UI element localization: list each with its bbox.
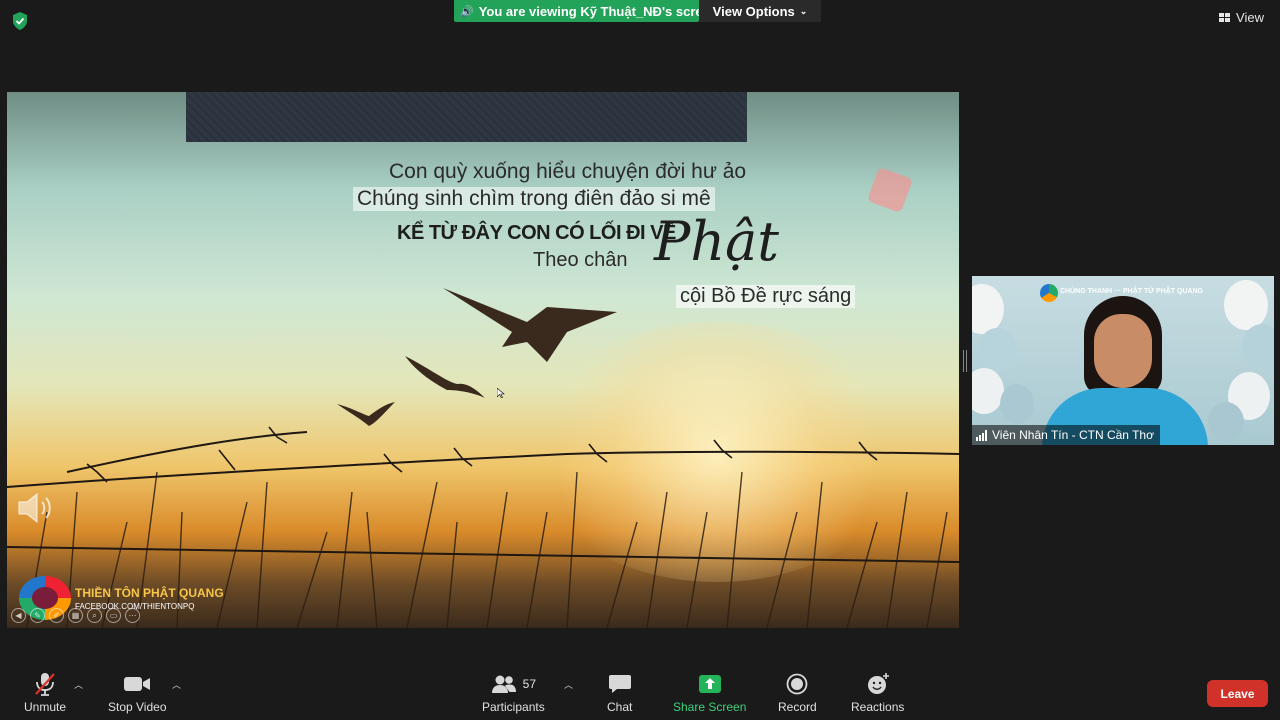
poem-line-5: cội Bồ Đề rực sáng [676, 285, 856, 308]
poem-line-3: KỂ TỪ ĐÂY CON CÓ LỐI ĐI VỀ [397, 222, 676, 244]
pen-tool-icon[interactable]: ✎ [30, 608, 45, 623]
view-options-button[interactable]: View Options ⌄ [699, 0, 821, 22]
reactions-smiley-icon [867, 673, 889, 694]
microphone-muted-icon [35, 673, 55, 696]
grid-view-icon [1219, 13, 1231, 22]
audio-speaker-icon[interactable] [15, 490, 55, 526]
audio-options-caret[interactable]: ︿ [74, 678, 83, 691]
slides-icon[interactable]: ▦ [68, 608, 83, 623]
view-options-label: View Options [712, 3, 795, 19]
participants-icon [491, 675, 516, 693]
video-camera-icon [124, 677, 151, 691]
view-label: View [1236, 10, 1264, 25]
participants-label: Participants [482, 700, 545, 714]
slideshow-controls: ◀ ✎ ✐ ▦ ⌕ ▭ ⋯ [11, 608, 140, 623]
video-banner-text: CHÙNG THANH ··· PHẬT TỬ PHẬT QUANG [1060, 288, 1204, 295]
unmute-label: Unmute [24, 700, 67, 714]
participants-button[interactable]: 57 Participants [482, 670, 545, 714]
stop-video-label: Stop Video [108, 700, 167, 714]
balloon-shape [1224, 280, 1268, 330]
unmute-button[interactable]: Unmute [24, 670, 66, 714]
poem-line-1: Con quỳ xuống hiểu chuyện đời hư ảo [389, 160, 747, 183]
pen-icon[interactable]: ✐ [49, 608, 64, 623]
balloon-shape [1000, 384, 1034, 424]
participants-count: 57 [522, 677, 537, 691]
participant-name: Viên Nhân Tín - CTN Cần Thơ [992, 428, 1154, 442]
viewing-screen-banner: 🔊 You are viewing Kỹ Thuật_NĐ's screen [454, 0, 718, 22]
speaker-icon: 🔊 [460, 5, 474, 18]
balloon-shape [978, 328, 1016, 372]
zoom-icon[interactable]: ⌕ [87, 608, 102, 623]
balloon-shape [972, 368, 1004, 414]
chat-label: Chat [607, 700, 633, 714]
share-screen-label: Share Screen [673, 700, 747, 714]
participant-nametag: Viên Nhân Tín - CTN Cần Thơ [972, 425, 1160, 445]
record-button[interactable]: Record [778, 670, 817, 714]
shared-screen: Con quỳ xuống hiểu chuyện đời hư ảo Chún… [7, 92, 959, 628]
prev-slide-icon[interactable]: ◀ [11, 608, 26, 623]
view-button[interactable]: View [1219, 10, 1264, 25]
balloon-shape [972, 284, 1004, 334]
reactions-button[interactable]: Reactions [851, 670, 904, 714]
zoom-meeting-window: 🔊 You are viewing Kỹ Thuật_NĐ's screen V… [0, 0, 1280, 720]
stop-video-button[interactable]: Stop Video [108, 670, 167, 714]
participant-video-tile[interactable]: CHÙNG THANH ··· PHẬT TỬ PHẬT QUANG Viên … [972, 276, 1274, 445]
video-options-caret[interactable]: ︿ [172, 678, 181, 691]
participants-options-caret[interactable]: ︿ [564, 678, 573, 691]
connection-signal-icon [976, 429, 987, 441]
brand-name: THIỀN TÔN PHẬT QUANG [75, 585, 224, 600]
record-icon [786, 673, 808, 695]
more-options-icon[interactable]: ⋯ [125, 608, 140, 623]
meeting-toolbar: Unmute ︿ Stop Video ︿ 57 Participants ︿ … [0, 660, 1280, 720]
panel-resize-handle[interactable] [963, 350, 967, 372]
participant-face [1094, 314, 1152, 388]
mouse-cursor-icon [497, 388, 505, 398]
reactions-label: Reactions [851, 700, 905, 714]
poem-script-word: Phật [654, 210, 780, 273]
security-shield-icon[interactable] [12, 12, 28, 30]
share-screen-button[interactable]: Share Screen [673, 670, 746, 714]
viewing-banner-text: You are viewing Kỹ Thuật_NĐ's screen [478, 3, 718, 19]
chat-button[interactable]: Chat [607, 670, 632, 714]
record-label: Record [778, 700, 817, 714]
balloon-shape [1208, 402, 1244, 442]
share-screen-icon [698, 675, 721, 693]
chat-bubble-icon [608, 675, 631, 693]
poem-line-2: Chúng sinh chìm trong điên đảo si mê [353, 187, 715, 211]
organization-logo-icon [1040, 284, 1058, 302]
chevron-down-icon: ⌄ [799, 5, 808, 16]
leave-button[interactable]: Leave [1207, 680, 1268, 707]
subtitle-icon[interactable]: ▭ [106, 608, 121, 623]
balloon-shape [1242, 324, 1274, 370]
poem-line-4: Theo chân [533, 249, 628, 271]
